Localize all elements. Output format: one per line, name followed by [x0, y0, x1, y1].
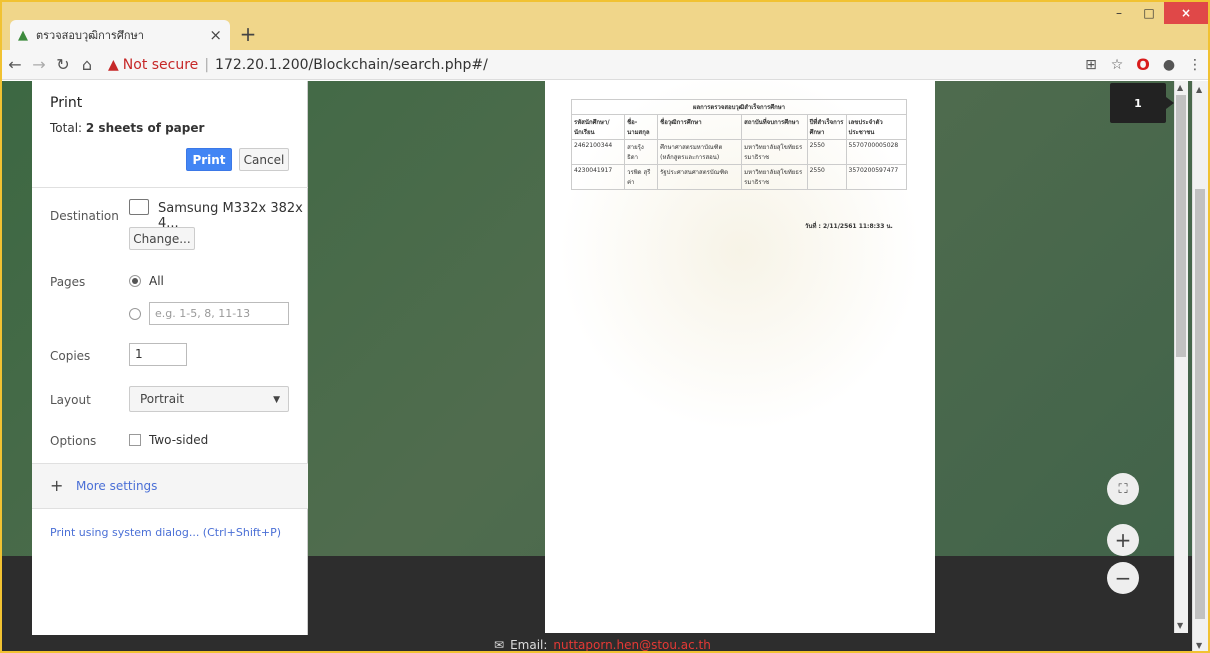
- pages-range-input[interactable]: e.g. 1-5, 8, 11-13: [149, 302, 289, 325]
- address-separator: |: [204, 56, 210, 73]
- site-favicon-icon: ▲: [18, 27, 28, 43]
- print-settings-panel: Print Total: 2 sheets of paper Print Can…: [32, 81, 308, 635]
- pages-custom-radio[interactable]: [129, 308, 141, 320]
- fit-to-page-icon[interactable]: ⛶: [1107, 473, 1139, 505]
- window-controls: – □ ×: [1104, 2, 1208, 24]
- page-scrollbar-thumb[interactable]: [1195, 189, 1205, 619]
- browser-tab[interactable]: ▲ ตรวจสอบวุฒิการศึกษา ×: [10, 20, 230, 50]
- new-tab-button[interactable]: +: [236, 22, 260, 46]
- page-footer: ✉ Email: nuttaporn.hen@stou.ac.th: [494, 638, 711, 652]
- forward-icon[interactable]: →: [28, 54, 50, 76]
- preview-scrollbar-thumb[interactable]: [1176, 95, 1186, 357]
- table-cell: 4230041917: [570, 164, 626, 190]
- table-cell: ศึกษาศาสตรมหาบัณฑิต (หลักสูตรและการสอน): [657, 139, 743, 165]
- pages-all-label: All: [149, 274, 164, 288]
- print-date: วันที่ : 2/11/2561 11:8:33 น.: [805, 223, 893, 230]
- chevron-down-icon: ▼: [273, 395, 280, 405]
- layout-value: Portrait: [140, 392, 185, 406]
- table-cell: วรพิด สุรีค่า: [624, 164, 659, 190]
- table-row: 2462100344 สายรุ้ง ธิดา ศึกษาศาสตรมหาบัณ…: [570, 139, 908, 165]
- table-title: ผลการตรวจสอบวุฒิสำเร็จการศึกษา: [571, 99, 907, 115]
- email-label: Email:: [510, 638, 548, 652]
- tab-strip: ▲ ตรวจสอบวุฒิการศึกษา × + – □ ×: [2, 2, 1208, 50]
- pages-label: Pages: [50, 275, 86, 289]
- table-cell: มหาวิทยาลัยสุโขทัยธรรมาธิราช: [741, 139, 808, 165]
- maximize-button[interactable]: □: [1134, 2, 1164, 24]
- table-header-row: รหัสนักศึกษา/นักเรียน ชื่อ-นามสกุล ชื่อว…: [570, 114, 908, 140]
- page-scroll-up-icon[interactable]: ▲: [1196, 85, 1202, 94]
- tab-close-icon[interactable]: ×: [209, 26, 222, 44]
- plus-icon: +: [50, 476, 64, 495]
- minimize-button[interactable]: –: [1104, 2, 1134, 24]
- more-settings-row[interactable]: + More settings: [32, 463, 308, 509]
- profile-icon[interactable]: ●: [1156, 57, 1182, 73]
- not-secure-label: Not secure: [122, 56, 199, 73]
- bookmark-star-icon[interactable]: ☆: [1104, 57, 1130, 73]
- total-value: 2 sheets of paper: [85, 121, 205, 135]
- translate-icon[interactable]: ⊞: [1078, 57, 1104, 73]
- table-cell: 3570200597477: [845, 164, 908, 190]
- close-window-button[interactable]: ×: [1164, 2, 1208, 24]
- print-title: Print: [50, 95, 83, 111]
- print-button[interactable]: Print: [186, 148, 232, 171]
- browser-window: ▲ ตรวจสอบวุฒิการศึกษา × + – □ × ← → ↻ ⌂ …: [0, 0, 1210, 653]
- layout-select[interactable]: Portrait ▼: [129, 386, 289, 412]
- two-sided-checkbox[interactable]: [129, 434, 141, 446]
- system-dialog-link[interactable]: Print using system dialog... (Ctrl+Shift…: [50, 526, 281, 539]
- header-cell: เลขประจำตัวประชาชน: [845, 114, 908, 140]
- divider: [32, 187, 308, 188]
- back-icon[interactable]: ←: [4, 54, 26, 76]
- table-cell: สายรุ้ง ธิดา: [624, 139, 659, 165]
- scroll-down-icon[interactable]: ▼: [1177, 621, 1183, 630]
- layout-label: Layout: [50, 393, 91, 407]
- change-destination-button[interactable]: Change...: [129, 227, 195, 250]
- more-settings-link[interactable]: More settings: [76, 479, 157, 493]
- pages-all-radio[interactable]: [129, 275, 141, 287]
- zoom-out-icon[interactable]: −: [1107, 562, 1139, 594]
- two-sided-label: Two-sided: [149, 433, 209, 447]
- cancel-button[interactable]: Cancel: [239, 148, 289, 171]
- url-text: 172.20.1.200/Blockchain/search.php#/: [215, 56, 488, 73]
- header-cell: ปีที่สำเร็จการศึกษา: [806, 114, 847, 140]
- table-row: 4230041917 วรพิด สุรีค่า รัฐประศาสนศาสตร…: [570, 164, 908, 190]
- opera-extension-icon[interactable]: O: [1130, 55, 1156, 74]
- header-cell: ชื่อวุฒิการศึกษา: [657, 114, 743, 140]
- header-cell: สถาบันที่จบการศึกษา: [741, 114, 808, 140]
- page-scroll-down-icon[interactable]: ▼: [1196, 641, 1202, 650]
- total-label: Total:: [50, 121, 83, 135]
- page-number-badge: 1: [1110, 83, 1174, 123]
- zoom-in-icon[interactable]: +: [1107, 524, 1139, 556]
- table-cell: รัฐประศาสนศาสตรบัณฑิต: [657, 164, 743, 190]
- address-bar[interactable]: ▲ Not secure | 172.20.1.200/Blockchain/s…: [108, 57, 1078, 73]
- home-icon[interactable]: ⌂: [76, 54, 98, 76]
- table-cell: 2550: [806, 139, 847, 165]
- menu-icon[interactable]: ⋮: [1182, 57, 1208, 73]
- tab-title: ตรวจสอบวุฒิการศึกษา: [36, 29, 144, 42]
- warning-icon: ▲: [108, 56, 119, 73]
- results-table: ผลการตรวจสอบวุฒิสำเร็จการศึกษา รหัสนักศึ…: [570, 99, 908, 190]
- copies-label: Copies: [50, 349, 91, 363]
- table-cell: 2550: [806, 164, 847, 190]
- email-link[interactable]: nuttaporn.hen@stou.ac.th: [553, 638, 710, 651]
- table-cell: 2462100344: [570, 139, 626, 165]
- printer-icon: [129, 199, 149, 215]
- header-cell: รหัสนักศึกษา/นักเรียน: [570, 114, 626, 140]
- reload-icon[interactable]: ↻: [52, 54, 74, 76]
- copies-input[interactable]: 1: [129, 343, 187, 366]
- header-cell: ชื่อ-นามสกุล: [624, 114, 659, 140]
- print-preview-page: ผลการตรวจสอบวุฒิสำเร็จการศึกษา รหัสนักศึ…: [545, 81, 935, 633]
- mail-icon: ✉: [494, 638, 505, 652]
- browser-toolbar: ← → ↻ ⌂ ▲ Not secure | 172.20.1.200/Bloc…: [2, 50, 1208, 80]
- table-cell: มหาวิทยาลัยสุโขทัยธรรมาธิราช: [741, 164, 808, 190]
- page-content: ✉ Email: nuttaporn.hen@stou.ac.th Print …: [2, 81, 1208, 652]
- print-total: Total: 2 sheets of paper: [50, 121, 204, 135]
- options-label: Options: [50, 434, 97, 448]
- destination-label: Destination: [50, 209, 119, 223]
- scroll-up-icon[interactable]: ▲: [1177, 83, 1183, 92]
- table-cell: 5570700005028: [845, 139, 908, 165]
